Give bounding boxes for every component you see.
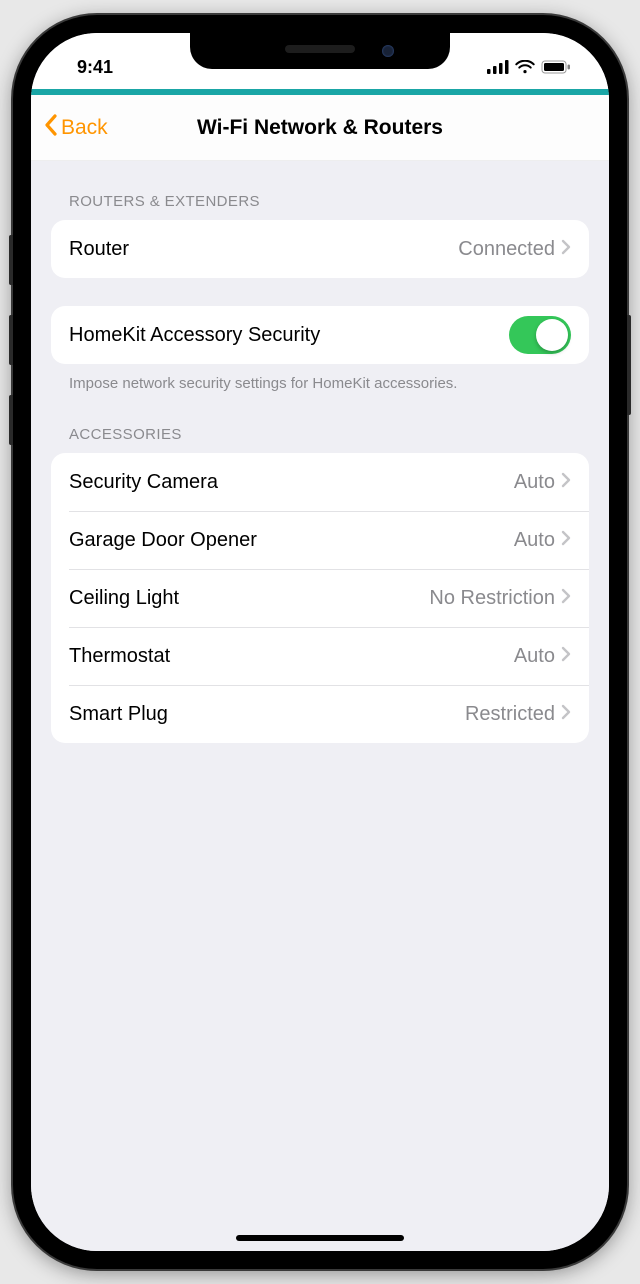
chevron-right-icon <box>561 238 571 261</box>
section-footer-security: Impose network security settings for Hom… <box>51 364 589 394</box>
row-value: Auto <box>514 645 555 668</box>
front-camera <box>382 45 394 57</box>
row-accessory-smart-plug[interactable]: Smart Plug Restricted <box>51 685 589 743</box>
chevron-right-icon <box>561 471 571 494</box>
row-label: Smart Plug <box>69 703 465 726</box>
page-title: Wi-Fi Network & Routers <box>31 116 609 140</box>
device-frame: 9:41 <box>13 15 627 1269</box>
row-homekit-security: HomeKit Accessory Security <box>51 306 589 364</box>
content-scroll[interactable]: Routers & Extenders Router Connected Hom… <box>31 161 609 1251</box>
row-label: Router <box>69 238 458 261</box>
row-label: Garage Door Opener <box>69 529 514 552</box>
wifi-icon <box>515 60 535 74</box>
screen: 9:41 <box>31 33 609 1251</box>
row-label: HomeKit Accessory Security <box>69 324 509 347</box>
row-accessory-security-camera[interactable]: Security Camera Auto <box>51 453 589 511</box>
battery-icon <box>541 60 571 74</box>
chevron-right-icon <box>561 645 571 668</box>
group-accessories: Security Camera Auto Garage Door Opener … <box>51 453 589 743</box>
navigation-bar: Back Wi-Fi Network & Routers <box>31 95 609 161</box>
row-value: Auto <box>514 529 555 552</box>
cellular-signal-icon <box>487 60 509 74</box>
notch <box>190 33 450 69</box>
status-time: 9:41 <box>61 57 113 78</box>
chevron-right-icon <box>561 529 571 552</box>
section-header-routers: Routers & Extenders <box>51 161 589 220</box>
chevron-left-icon <box>43 113 59 143</box>
home-indicator[interactable] <box>236 1235 404 1241</box>
toggle-knob <box>536 319 568 351</box>
homekit-security-toggle[interactable] <box>509 316 571 354</box>
row-value: Restricted <box>465 703 555 726</box>
status-right <box>487 60 579 74</box>
row-label: Ceiling Light <box>69 587 429 610</box>
row-label: Thermostat <box>69 645 514 668</box>
group-security: HomeKit Accessory Security <box>51 306 589 364</box>
row-router[interactable]: Router Connected <box>51 220 589 278</box>
row-accessory-garage-door-opener[interactable]: Garage Door Opener Auto <box>51 511 589 569</box>
row-value: No Restriction <box>429 587 555 610</box>
row-value: Auto <box>514 471 555 494</box>
back-button[interactable]: Back <box>31 113 108 143</box>
section-header-accessories: Accessories <box>51 394 589 453</box>
back-label: Back <box>61 116 108 140</box>
speaker-grille <box>285 45 355 53</box>
row-label: Security Camera <box>69 471 514 494</box>
row-accessory-ceiling-light[interactable]: Ceiling Light No Restriction <box>51 569 589 627</box>
group-routers: Router Connected <box>51 220 589 278</box>
chevron-right-icon <box>561 587 571 610</box>
row-accessory-thermostat[interactable]: Thermostat Auto <box>51 627 589 685</box>
row-value: Connected <box>458 238 555 261</box>
chevron-right-icon <box>561 703 571 726</box>
